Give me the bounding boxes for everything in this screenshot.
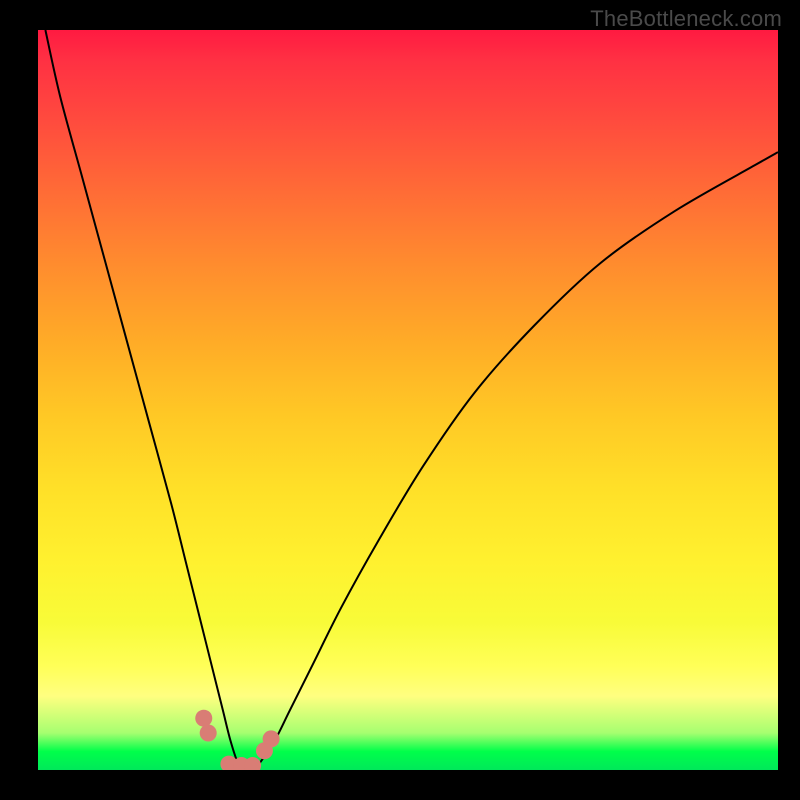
chart-svg — [38, 30, 778, 770]
marker-point — [263, 730, 280, 747]
bottleneck-curve-path — [45, 30, 778, 770]
plot-area — [38, 30, 778, 770]
markers-group — [195, 710, 279, 770]
chart-frame: TheBottleneck.com — [0, 0, 800, 800]
marker-point — [195, 710, 212, 727]
marker-point — [200, 724, 217, 741]
watermark-text: TheBottleneck.com — [590, 6, 782, 32]
